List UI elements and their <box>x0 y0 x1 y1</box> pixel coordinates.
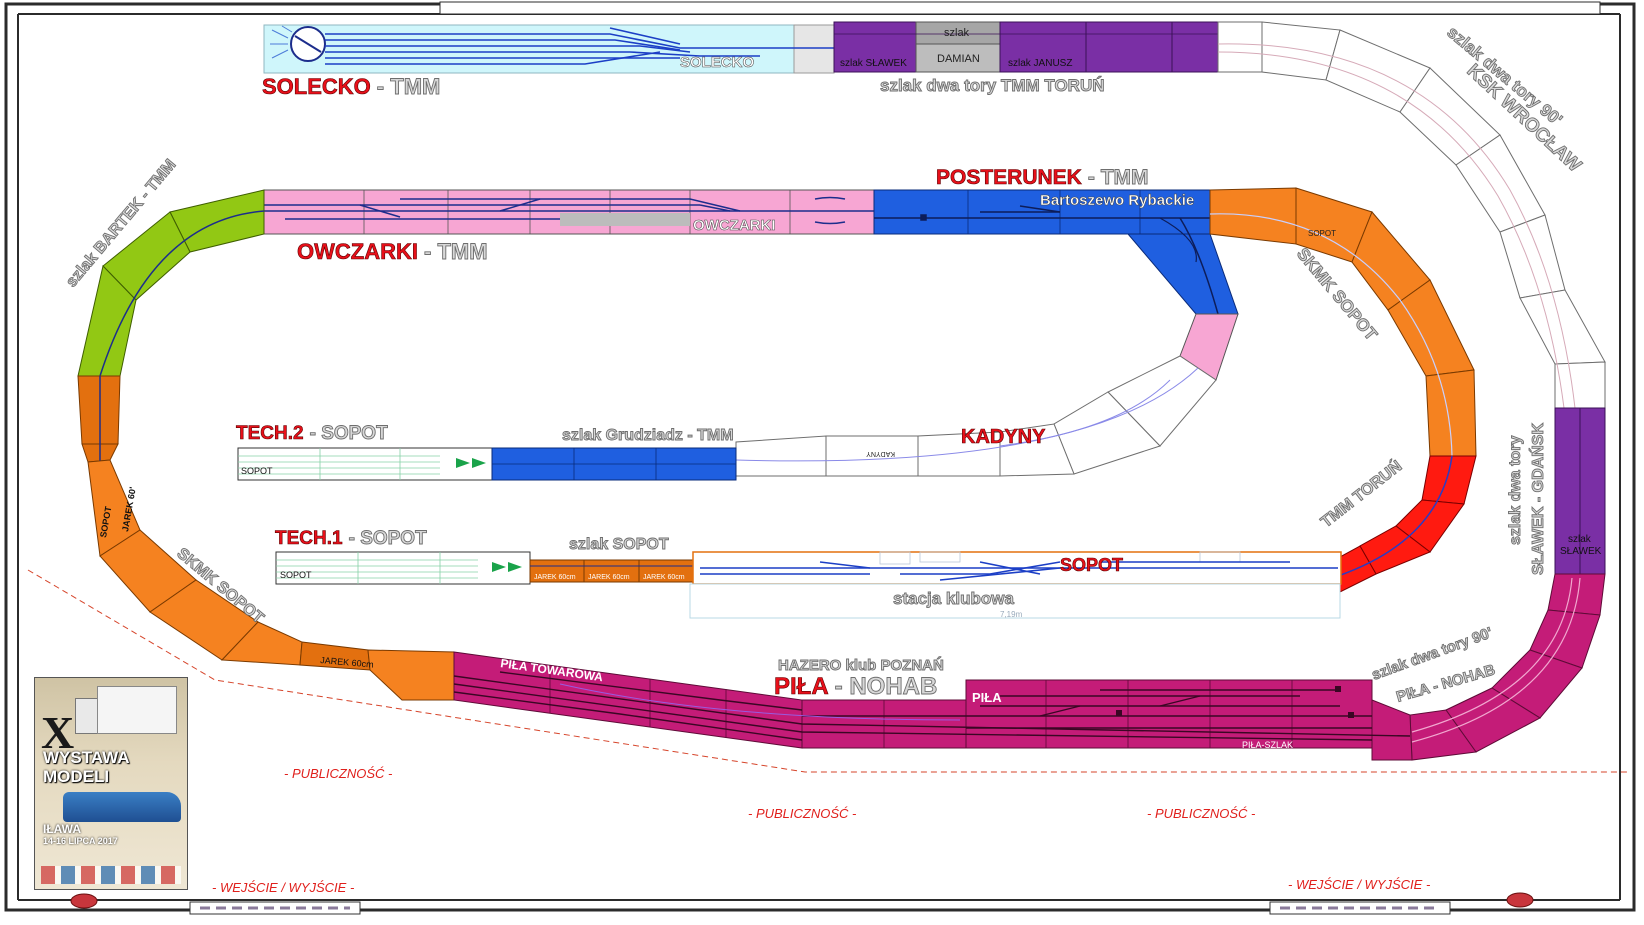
public-label-2: - PUBLICZNOŚĆ - <box>748 806 857 821</box>
solecko-adapter <box>793 24 835 74</box>
poster-line1: WYSTAWA <box>43 748 130 767</box>
locomotive-picture <box>63 792 181 822</box>
owczarki-board <box>263 189 875 235</box>
owczarki-station: OWCZARKI <box>263 189 875 235</box>
top-szlak-modules: szlak SŁAWEK szlak DAMIAN szlak JANUSZ <box>833 21 1219 73</box>
tech2-board <box>237 447 493 481</box>
slawek-box-2: SŁAWEK <box>1560 546 1602 557</box>
tech2-sign: SOPOT <box>241 466 273 476</box>
jarek-label-2: JAREK 60cm <box>588 574 630 581</box>
layout-plan: SOLECKO szlak SŁAWEK szlak DAMIAN szlak … <box>0 0 1644 920</box>
janusz-label: szlak JANUSZ <box>1008 58 1072 69</box>
sopot-subtitle: stacja klubowa <box>893 589 1014 608</box>
jarek-label-3: JAREK 60cm <box>643 574 685 581</box>
szlak-dwa-tory-tmm-label: szlak dwa tory TMM TORUŃ <box>880 76 1105 95</box>
slawek-label: szlak SŁAWEK <box>840 58 907 69</box>
exhibition-poster: X WYSTAWA MODELI IŁAWA 14-16 LIPCA 2017 <box>34 677 188 890</box>
pila-title: PIŁA - NOHAB <box>774 673 937 700</box>
damian-label: DAMIAN <box>937 53 980 65</box>
solecko-sign: SOLECKO <box>680 54 755 71</box>
extinguisher-left <box>70 893 98 909</box>
grudziadz-label: szlak Grudziadz - TMM <box>562 427 734 444</box>
jarek-modules: JAREK 60cm JAREK 60cm JAREK 60cm <box>529 559 694 583</box>
tech1-station: SOPOT <box>275 551 531 585</box>
pila-sign: PIŁA <box>972 690 1002 705</box>
kadyny-title: KADYNY <box>961 426 1046 448</box>
tech2-title: TECH.2- SOPOT <box>236 423 388 444</box>
tech1-board <box>275 551 531 585</box>
entrance-label-right: - WEJŚCIE / WYJŚCIE - <box>1288 877 1431 892</box>
hazero-label: HAZERO klub POZNAŃ <box>778 657 944 674</box>
sopot-title: SOPOT <box>1060 555 1123 575</box>
window-strip <box>439 1 1601 15</box>
posterunek-title: POSTERUNEK - TMM <box>936 166 1149 189</box>
tech1-sign: SOPOT <box>280 570 312 580</box>
kadyny-small-sign: KADYNY <box>866 450 895 457</box>
sponsor-logos <box>41 866 181 884</box>
solecko-title: SOLECKO - TMM <box>262 74 440 99</box>
tech2-station: SOPOT <box>237 447 737 481</box>
module-purple-4 <box>1171 21 1219 73</box>
owczarki-platform <box>560 213 690 226</box>
solecko-station: SOLECKO <box>263 24 835 74</box>
slawek-gdansk-line1: szlak dwa tory <box>1507 436 1524 545</box>
poster-line2: MODELI <box>43 767 110 786</box>
public-label-1: - PUBLICZNOŚĆ - <box>284 766 393 781</box>
slawek-gdansk-line2: SŁAWEK - GDAŃSK <box>1528 423 1547 575</box>
layout-diagram: SOLECKO szlak SŁAWEK szlak DAMIAN szlak … <box>4 1 1636 915</box>
poster-city: IŁAWA <box>43 822 81 836</box>
poster-dates: 14-16 LIPCA 2017 <box>43 836 118 846</box>
posterunek-sign: Bartoszewo Rybackie <box>1040 192 1194 209</box>
tech1-title: TECH.1- SOPOT <box>275 528 427 549</box>
szlak-sopot-label: szlak SOPOT <box>569 536 669 553</box>
public-label-3: - PUBLICZNOŚĆ - <box>1147 806 1256 821</box>
sopot-station: SOPOT stacja klubowa 7,19m <box>689 551 1342 619</box>
truck-picture <box>97 686 177 734</box>
owczarki-title: OWCZARKI - TMM <box>297 239 488 264</box>
slawek-box-1: szlak <box>1568 534 1592 545</box>
entrance-label-left: - WEJŚCIE / WYJŚCIE - <box>212 880 355 895</box>
left-orange-strip <box>77 375 121 463</box>
pila-szlak-label: PIŁA-SZLAK <box>1242 740 1293 750</box>
owczarki-sign: OWCZARKI <box>693 217 776 234</box>
module-purple-3 <box>1085 21 1173 73</box>
szlak-label: szlak <box>944 27 970 39</box>
extinguisher-right <box>1506 892 1534 908</box>
skmk-right-small: SOPOT <box>1308 229 1336 238</box>
sopot-length: 7,19m <box>1000 610 1023 619</box>
jarek-label-1: JAREK 60cm <box>534 574 576 581</box>
